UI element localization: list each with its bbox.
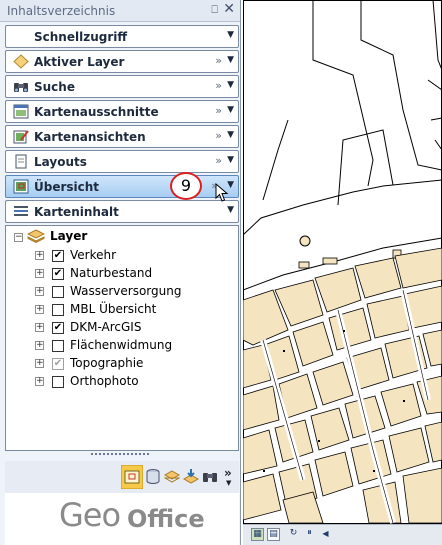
layer-visibility-checkbox[interactable]: [52, 286, 64, 298]
binoculars-icon: [14, 83, 28, 92]
layer-label: Topographie: [70, 356, 144, 370]
splitter-grip[interactable]: [5, 451, 239, 461]
section-label: Kartenansichten: [34, 130, 146, 144]
collapse-icon[interactable]: −: [14, 233, 23, 242]
section-label: Schnellzugriff: [34, 30, 128, 44]
layer-tree: − Layer + ✔ Verkehr + ✔ Naturbestand + Wasserve…: [5, 225, 239, 451]
layer-label: Naturbestand: [70, 266, 153, 280]
dropdown-arrow-icon[interactable]: ▼: [227, 55, 234, 65]
section-label: Kartenausschnitte: [34, 105, 159, 119]
pin-icon[interactable]: ⎕: [211, 3, 218, 17]
logo-geo-text: Geo: [59, 496, 121, 534]
expand-double-icon[interactable]: »: [215, 104, 222, 117]
page-icon: [15, 154, 27, 169]
expand-icon[interactable]: +: [35, 251, 44, 260]
section-suche[interactable]: Suche » ▼: [5, 75, 239, 98]
close-icon[interactable]: ✕: [223, 1, 235, 17]
dropdown-arrow-icon[interactable]: ▼: [227, 30, 234, 40]
expand-double-icon[interactable]: »: [215, 79, 222, 92]
layer-visibility-checkbox[interactable]: ✔: [52, 358, 64, 370]
section-kartenausschnitte[interactable]: Kartenausschnitte » ▼: [5, 100, 239, 123]
pause-icon[interactable]: ⏸: [303, 528, 316, 541]
cadastral-map: [242, 0, 442, 524]
section-layouts[interactable]: Layouts » ▼: [5, 150, 239, 173]
section-kartenansichten[interactable]: Kartenansichten » ▼: [5, 125, 239, 148]
list-icon: [14, 206, 28, 216]
layer-visibility-checkbox[interactable]: [52, 340, 64, 352]
layer-visibility-checkbox[interactable]: [52, 304, 64, 316]
section-label: Aktiver Layer: [34, 55, 125, 69]
layer-label: Verkehr: [70, 248, 117, 262]
dropdown-arrow-icon[interactable]: ▼: [227, 80, 234, 90]
geooffice-logo: Geo Office: [5, 493, 239, 545]
scroll-left-icon[interactable]: ◀: [319, 528, 332, 541]
toolbar-dropdown-icon[interactable]: ▼: [226, 479, 231, 487]
section-toolbar: » ▼: [5, 461, 239, 493]
panel-title: Inhaltsverzeichnis: [7, 4, 116, 18]
more-tools-icon[interactable]: »: [224, 466, 232, 480]
expand-icon[interactable]: +: [35, 269, 44, 278]
layer-row[interactable]: + Flächenwidmung: [6, 337, 236, 354]
layer-label: Flächenwidmung: [70, 338, 173, 352]
map-overview-toolbar-icon[interactable]: [121, 465, 143, 489]
layout-view-icon[interactable]: ▤: [267, 528, 280, 541]
section-label: Karteninhalt: [34, 205, 119, 219]
mouse-cursor-icon: [215, 183, 229, 202]
dropdown-arrow-icon[interactable]: ▼: [227, 205, 234, 215]
download-layer-icon[interactable]: [183, 468, 199, 485]
layer-row[interactable]: + ✔ Naturbestand: [6, 265, 236, 282]
layers-stack-icon: [27, 229, 45, 244]
tree-root-label: Layer: [50, 229, 88, 243]
database-icon[interactable]: [146, 469, 160, 485]
dropdown-arrow-icon[interactable]: ▼: [227, 130, 234, 140]
expand-icon[interactable]: +: [35, 305, 44, 314]
overview-icon: [13, 179, 29, 194]
section-label: Suche: [34, 80, 75, 94]
logo-office-text: Office: [127, 505, 205, 533]
section-schnellzugriff[interactable]: Schnellzugriff ▼: [5, 25, 239, 48]
data-view-icon[interactable]: ▦: [251, 528, 264, 541]
layer-label: MBL Übersicht: [70, 302, 157, 316]
callout-marker: 9: [170, 172, 202, 200]
expand-icon[interactable]: +: [35, 377, 44, 386]
section-label: Layouts: [34, 155, 87, 169]
expand-icon[interactable]: +: [35, 341, 44, 350]
expand-double-icon[interactable]: »: [215, 54, 222, 67]
expand-icon[interactable]: +: [35, 359, 44, 368]
diamond-icon: [13, 54, 29, 69]
section-karteninhalt[interactable]: Karteninhalt ▼: [5, 200, 239, 223]
section-uebersicht[interactable]: Übersicht » ▼: [5, 175, 239, 198]
binoculars-toolbar-icon[interactable]: [202, 469, 218, 484]
expand-icon[interactable]: +: [35, 323, 44, 332]
expand-icon[interactable]: +: [35, 287, 44, 296]
layer-row[interactable]: + Wasserversorgung: [6, 283, 236, 300]
expand-double-icon[interactable]: »: [215, 129, 222, 142]
layer-visibility-checkbox[interactable]: [52, 376, 64, 388]
layer-visibility-checkbox[interactable]: ✔: [52, 322, 64, 334]
layer-visibility-checkbox[interactable]: ✔: [52, 250, 64, 262]
layer-row[interactable]: + Orthophoto: [6, 373, 236, 390]
layer-visibility-checkbox[interactable]: ✔: [52, 268, 64, 280]
layer-label: DKM-ArcGIS: [70, 320, 142, 334]
map-window-icon: [13, 104, 29, 119]
layer-row[interactable]: + MBL Übersicht: [6, 301, 236, 318]
expand-double-icon[interactable]: »: [215, 154, 222, 167]
refresh-icon[interactable]: ↻: [287, 528, 300, 541]
layers-icon[interactable]: [164, 469, 180, 485]
dropdown-arrow-icon[interactable]: ▼: [227, 105, 234, 115]
layer-row[interactable]: + ✔ Topographie: [6, 355, 236, 372]
layer-label: Orthophoto: [70, 374, 139, 388]
map-edit-icon: [13, 130, 29, 144]
map-canvas[interactable]: [242, 0, 442, 524]
dropdown-arrow-icon[interactable]: ▼: [227, 155, 234, 165]
table-of-contents-panel: Inhaltsverzeichnis ⎕ ✕ Schnellzugriff ▼ …: [0, 0, 241, 545]
layer-row[interactable]: + ✔ DKM-ArcGIS: [6, 319, 236, 336]
section-label: Übersicht: [34, 180, 100, 194]
panel-titlebar: Inhaltsverzeichnis ⎕ ✕: [0, 0, 240, 22]
section-aktiver-layer[interactable]: Aktiver Layer » ▼: [5, 50, 239, 73]
layer-label: Wasserversorgung: [70, 284, 182, 298]
map-statusbar: ▦ ▤ ↻ ⏸ ◀: [243, 524, 442, 545]
layer-row[interactable]: + ✔ Verkehr: [6, 247, 236, 264]
